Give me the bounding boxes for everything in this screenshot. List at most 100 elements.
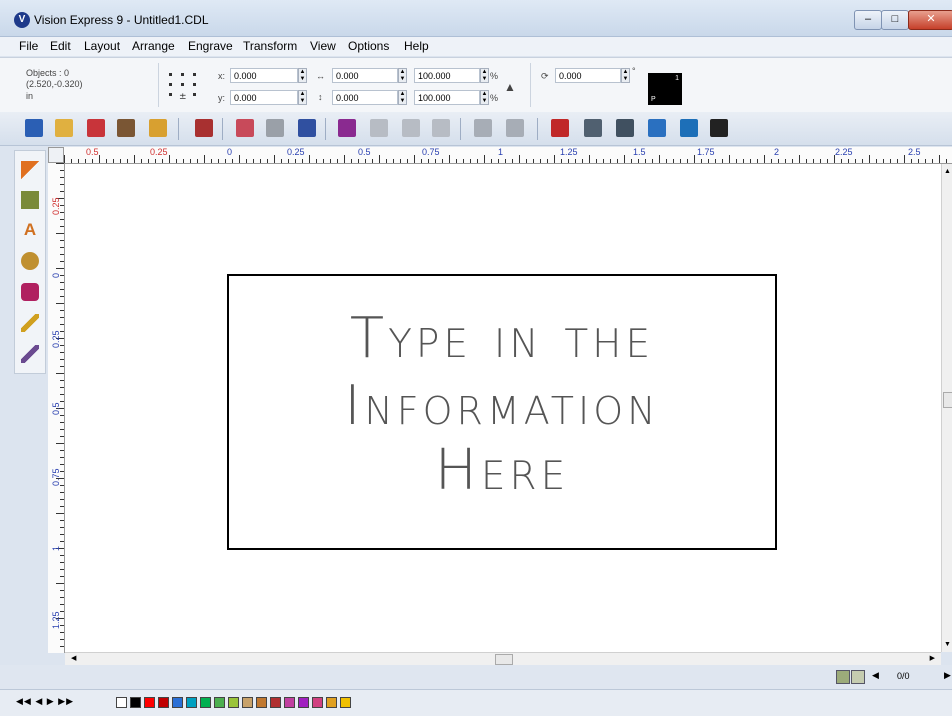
palette-swatch[interactable]: [116, 697, 127, 708]
palette-swatch[interactable]: [172, 697, 183, 708]
ruler-label: 1.5: [633, 147, 646, 157]
lock-icon[interactable]: ▲: [504, 80, 516, 94]
horizontal-scroll-thumb[interactable]: [495, 654, 513, 665]
next-page-icon[interactable]: ▶: [944, 670, 951, 681]
page-list-icon[interactable]: [851, 670, 865, 684]
engrave-icon[interactable]: [195, 119, 213, 137]
weld-icon[interactable]: [474, 119, 492, 137]
palette-swatch[interactable]: [298, 697, 309, 708]
app-logo-icon: V: [14, 12, 30, 28]
width-spinner[interactable]: ▲ ▼: [398, 68, 407, 83]
print-icon[interactable]: [149, 119, 167, 137]
scroll-right-icon[interactable]: ▶: [930, 654, 935, 662]
scroll-down-icon[interactable]: ▼: [944, 641, 951, 648]
palette-swatch[interactable]: [144, 697, 155, 708]
sign-text-line-1[interactable]: Type in the: [229, 306, 775, 371]
menu-arrange[interactable]: Arrange: [132, 39, 175, 53]
fill-tool-icon[interactable]: [21, 283, 39, 301]
break-apart-icon[interactable]: [432, 119, 450, 137]
scroll-left-icon[interactable]: ◀: [71, 654, 76, 662]
palette-swatch[interactable]: [312, 697, 323, 708]
zoom-tool-icon[interactable]: [21, 252, 39, 270]
menu-options[interactable]: Options: [348, 39, 389, 53]
color-palette-bar: ◀◀ ◀ ▶ ▶▶: [0, 689, 952, 716]
menu-file[interactable]: File: [19, 39, 38, 53]
maximize-button[interactable]: □: [881, 10, 909, 30]
palette-swatch[interactable]: [228, 697, 239, 708]
menu-view[interactable]: View: [310, 39, 336, 53]
move-icon[interactable]: [710, 119, 728, 137]
ungroup-icon[interactable]: [370, 119, 388, 137]
copy-icon[interactable]: [298, 119, 316, 137]
palette-swatch[interactable]: [158, 697, 169, 708]
group-icon[interactable]: [338, 119, 356, 137]
delete-icon[interactable]: [551, 119, 569, 137]
menu-help[interactable]: Help: [404, 39, 429, 53]
rotation-field[interactable]: 0.000: [555, 68, 621, 83]
ruler-corner[interactable]: [48, 147, 64, 163]
menu-transform[interactable]: Transform: [243, 39, 297, 53]
open-folder-icon[interactable]: [55, 119, 73, 137]
pen-tool-icon[interactable]: [21, 314, 39, 332]
shape-tool-icon[interactable]: [21, 191, 39, 209]
height-field[interactable]: 0.000: [332, 90, 398, 105]
menu-edit[interactable]: Edit: [50, 39, 71, 53]
page-view-icon[interactable]: [836, 670, 850, 684]
palette-swatch[interactable]: [186, 697, 197, 708]
height-spinner[interactable]: ▲ ▼: [398, 90, 407, 105]
anchor-points-icon[interactable]: ±: [167, 67, 217, 107]
scale-x-spinner[interactable]: ▲ ▼: [480, 68, 489, 83]
layer-icon[interactable]: [648, 119, 666, 137]
palette-swatch[interactable]: [284, 697, 295, 708]
scale-x-field[interactable]: 100.000: [414, 68, 480, 83]
sign-border[interactable]: Type in the Information Here: [227, 274, 777, 550]
horizontal-scrollbar[interactable]: ◀ ▶: [65, 652, 941, 666]
select-arrow-icon[interactable]: [21, 161, 39, 179]
page-navigation-row: ◀ 0/0 ▶: [0, 665, 952, 689]
trim-icon[interactable]: [506, 119, 524, 137]
scale-y-field[interactable]: 100.000: [414, 90, 480, 105]
text-tool-icon[interactable]: A: [21, 221, 39, 239]
scroll-up-icon[interactable]: ▲: [944, 168, 951, 175]
palette-swatch[interactable]: [242, 697, 253, 708]
rotate-icon: ⟳: [541, 71, 549, 81]
title-bar: V Vision Express 9 - Untitled1.CDL – □ ✕: [0, 0, 952, 37]
new-file-icon[interactable]: [25, 119, 43, 137]
palette-swatch[interactable]: [326, 697, 337, 708]
rotation-spinner[interactable]: ▲ ▼: [621, 68, 630, 83]
palette-swatch[interactable]: [130, 697, 141, 708]
vertical-scrollbar[interactable]: ▲ ▼: [941, 164, 952, 652]
combine-icon[interactable]: [402, 119, 420, 137]
import-icon[interactable]: [117, 119, 135, 137]
x-spinner[interactable]: ▲ ▼: [298, 68, 307, 83]
y-position-field[interactable]: 0.000: [230, 90, 298, 105]
close-button[interactable]: ✕: [908, 10, 952, 30]
palette-swatch[interactable]: [340, 697, 351, 708]
y-spinner[interactable]: ▲ ▼: [298, 90, 307, 105]
color-swatch[interactable]: 1 P: [648, 73, 682, 105]
width-field[interactable]: 0.000: [332, 68, 398, 83]
palette-swatch[interactable]: [200, 697, 211, 708]
view-icon[interactable]: [680, 119, 698, 137]
menu-layout[interactable]: Layout: [84, 39, 120, 53]
path-icon[interactable]: [616, 119, 634, 137]
ruler-label: 1.25: [560, 147, 578, 157]
pencil-tool-icon[interactable]: [21, 345, 39, 363]
undo-icon[interactable]: [236, 119, 254, 137]
anchor-grid[interactable]: ±: [158, 63, 215, 107]
sign-text-line-2[interactable]: Information: [229, 374, 775, 437]
menu-engrave[interactable]: Engrave: [188, 39, 233, 53]
x-position-field[interactable]: 0.000: [230, 68, 298, 83]
palette-swatch[interactable]: [270, 697, 281, 708]
prev-page-icon[interactable]: ◀: [872, 670, 879, 681]
save-icon[interactable]: [87, 119, 105, 137]
palette-swatch[interactable]: [214, 697, 225, 708]
palette-swatch[interactable]: [256, 697, 267, 708]
node-edit-icon[interactable]: [584, 119, 602, 137]
scale-y-spinner[interactable]: ▲ ▼: [480, 90, 489, 105]
minimize-button[interactable]: –: [854, 10, 882, 30]
palette-nav-icon[interactable]: ◀◀ ◀ ▶ ▶▶: [16, 696, 74, 707]
sign-text-line-3[interactable]: Here: [229, 438, 775, 503]
vertical-scroll-thumb[interactable]: [943, 392, 952, 408]
redo-icon[interactable]: [266, 119, 284, 137]
